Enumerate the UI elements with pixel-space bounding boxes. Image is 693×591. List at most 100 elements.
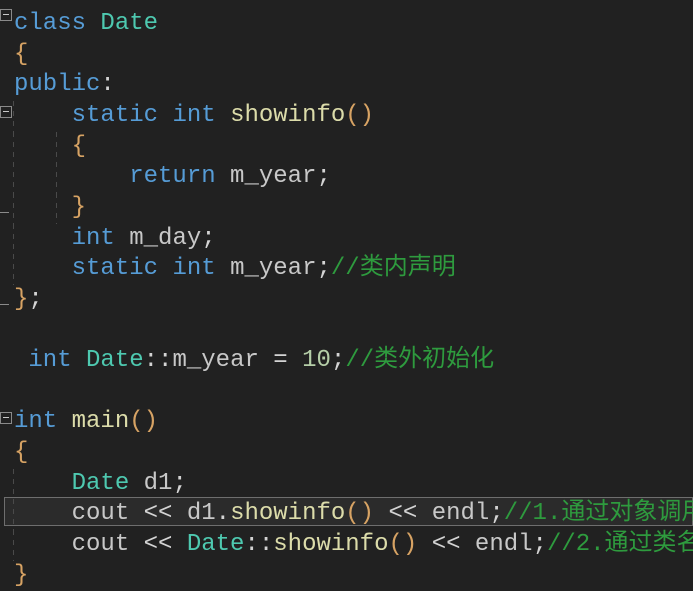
code-token: d1 <box>186 500 216 527</box>
code-token: m_year <box>230 255 317 282</box>
code-token: << <box>431 531 461 558</box>
code-token: showinfo <box>230 500 346 527</box>
code-line[interactable]: static int m_year;//类内声明 <box>0 254 693 285</box>
code-token: //1.通过对象调用 <box>503 500 693 527</box>
code-token: //类内声明 <box>330 255 456 282</box>
code-line[interactable] <box>0 377 693 408</box>
code-token: class <box>14 10 101 37</box>
code-token: int <box>28 347 72 374</box>
code-token: showinfo <box>273 531 389 558</box>
code-editor[interactable]: class Date{public: static int showinfo()… <box>0 0 693 591</box>
code-token: :: <box>244 531 274 558</box>
code-line[interactable]: }; <box>0 285 693 316</box>
code-token: } <box>14 286 29 313</box>
code-line[interactable]: { <box>0 438 693 469</box>
code-line[interactable]: } <box>0 193 693 224</box>
code-token: << <box>143 531 173 558</box>
code-token: << <box>388 500 418 527</box>
code-token: showinfo <box>230 102 346 129</box>
code-token: static <box>71 102 159 129</box>
code-line[interactable]: cout << d1.showinfo() << endl;//1.通过对象调用 <box>0 499 693 530</box>
code-token: //2.通过类名调用 <box>546 531 693 558</box>
code-token: int <box>172 102 216 129</box>
code-token: int <box>14 408 58 435</box>
code-token: . <box>215 500 231 527</box>
code-token: //类外初始化 <box>345 347 495 374</box>
code-line[interactable]: int m_day; <box>0 224 693 255</box>
code-content[interactable]: class Date{public: static int showinfo()… <box>0 0 693 591</box>
code-token: { <box>14 41 29 68</box>
code-token: { <box>71 133 87 160</box>
code-token: d1 <box>143 470 173 497</box>
code-token: { <box>14 439 29 466</box>
code-token: ; <box>316 255 331 282</box>
code-token: () <box>345 102 375 129</box>
code-token: ; <box>330 347 346 374</box>
code-token: ; <box>489 500 504 527</box>
code-line[interactable]: int main() <box>0 407 693 438</box>
code-token: public <box>14 71 101 98</box>
code-token: cout <box>71 500 130 527</box>
code-token: m_year <box>230 163 317 190</box>
code-token: () <box>129 408 159 435</box>
code-line[interactable]: int Date::m_year = 10;//类外初始化 <box>0 346 693 377</box>
code-token: << <box>143 500 173 527</box>
code-line[interactable]: class Date <box>0 9 693 40</box>
code-token: ; <box>201 225 216 252</box>
code-token: 10 <box>302 347 331 374</box>
code-token: int <box>71 225 115 252</box>
code-token: : <box>100 71 115 98</box>
code-line[interactable]: return m_year; <box>0 162 693 193</box>
code-token: m_day <box>129 225 202 252</box>
code-token: ; <box>316 163 331 190</box>
code-line[interactable]: public: <box>0 70 693 101</box>
code-token: () <box>388 531 418 558</box>
code-line[interactable]: cout << Date::showinfo() << endl;//2.通过类… <box>0 530 693 561</box>
code-line[interactable]: { <box>0 40 693 71</box>
code-line[interactable]: static int showinfo() <box>0 101 693 132</box>
code-token: = <box>273 347 288 374</box>
code-token: main <box>71 408 130 435</box>
code-token: cout <box>71 531 130 558</box>
code-token: return <box>129 163 216 190</box>
code-token: m_year <box>172 347 259 374</box>
code-line[interactable] <box>0 316 693 347</box>
code-token: Date <box>71 470 130 497</box>
code-token: Date <box>100 10 159 37</box>
code-line[interactable]: } <box>0 561 693 591</box>
code-token: endl <box>474 531 533 558</box>
code-line[interactable]: { <box>0 132 693 163</box>
code-token: :: <box>143 347 173 374</box>
code-token: } <box>14 562 29 589</box>
code-line[interactable]: Date d1; <box>0 469 693 500</box>
code-token: endl <box>431 500 490 527</box>
code-token: Date <box>186 531 245 558</box>
